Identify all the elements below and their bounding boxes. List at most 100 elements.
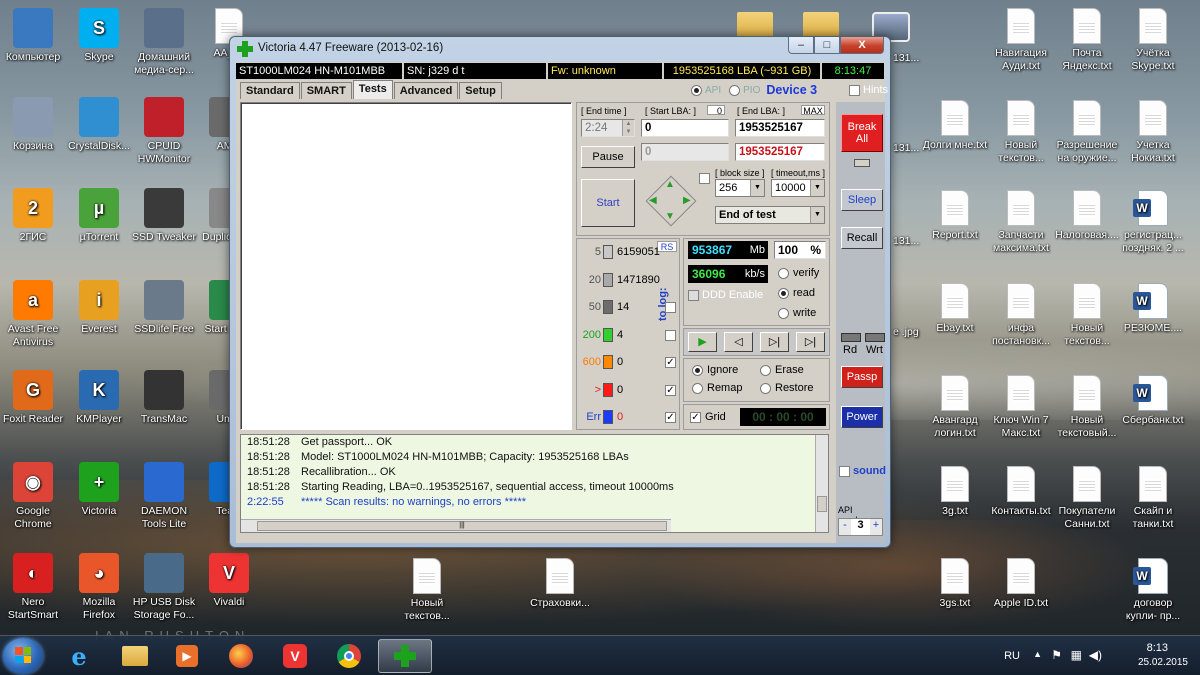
desktop-file-icon[interactable]: Долги мне.txt — [922, 100, 988, 152]
desktop-icon[interactable]: V Vivaldi — [196, 553, 262, 609]
desktop-icon[interactable]: SSD Tweaker — [131, 188, 197, 244]
taskbar-firefox-icon[interactable] — [214, 639, 268, 673]
end-lba-field[interactable]: 1953525167 — [735, 119, 825, 137]
desktop-file-icon[interactable]: Новый текстов... — [988, 100, 1054, 164]
log-checkbox[interactable]: ✓ — [665, 357, 676, 368]
skip-end-icon[interactable]: ▷| — [796, 332, 825, 352]
recall-button[interactable]: Recall — [841, 227, 883, 249]
verify-option[interactable]: verify — [778, 267, 819, 279]
restore-option[interactable]: Restore — [760, 382, 814, 394]
desktop-icon[interactable]: ◕ Mozilla Firefox — [66, 553, 132, 621]
tab-setup[interactable]: Setup — [459, 82, 502, 99]
pio-radio[interactable] — [729, 84, 741, 96]
desktop-file-icon[interactable]: Скайп и танки.txt — [1120, 466, 1186, 530]
tray-clock-time[interactable]: 8:13 — [1147, 642, 1168, 654]
action-center-flag-icon[interactable]: ⚑ — [1051, 648, 1062, 662]
read-radio[interactable] — [778, 287, 789, 299]
desktop-file-icon[interactable]: Налоговая.... — [1054, 190, 1120, 242]
desktop-file-icon[interactable]: Учетка Нокиа.txt — [1120, 100, 1186, 164]
pause-button[interactable]: Pause — [581, 146, 635, 168]
desktop-icon[interactable]: S Skype — [66, 8, 132, 64]
ddd-checkbox[interactable] — [688, 289, 699, 301]
desktop-file-icon[interactable]: Новый текстов... — [1054, 283, 1120, 347]
erase-option[interactable]: Erase — [760, 364, 804, 376]
scroll-thumb[interactable]: ||| — [257, 521, 667, 531]
tab-tests[interactable]: Tests — [352, 80, 393, 99]
desktop-file-icon[interactable]: инфа постановк... — [988, 283, 1054, 347]
desktop-file-icon[interactable]: Контакты.txt — [988, 466, 1054, 518]
desktop-file-icon[interactable]: 3g.txt — [922, 466, 988, 518]
end-lba-max-button[interactable]: MAX — [801, 105, 825, 116]
arrow-right-icon[interactable]: ▶ — [683, 195, 691, 206]
arrow-left-icon[interactable]: ◀ — [649, 195, 657, 206]
desktop-file-icon[interactable]: Сбербанк.txt — [1120, 375, 1186, 427]
desktop-icon[interactable]: ◉ Google Chrome — [0, 462, 66, 530]
desktop-file-icon[interactable]: регистрац... поздняк. 2 ... — [1120, 190, 1186, 254]
desktop-icon[interactable]: SSDlife Free — [131, 280, 197, 336]
timeout-select[interactable]: 10000 ▼ — [771, 179, 825, 197]
desktop-file-icon[interactable]: Покупатели Санни.txt — [1054, 466, 1120, 530]
api-number-stepper[interactable]: - 3 + — [838, 518, 883, 536]
pad-checkbox[interactable] — [699, 173, 710, 184]
remap-radio[interactable] — [692, 382, 703, 394]
desktop-file-icon[interactable]: Report.txt — [922, 190, 988, 242]
desktop-icon[interactable]: K KMPlayer — [66, 370, 132, 426]
taskbar-ie-icon[interactable]: e — [52, 639, 106, 673]
hints-checkbox[interactable] — [849, 84, 860, 96]
sleep-button[interactable]: Sleep — [841, 189, 883, 211]
desktop-file-icon[interactable]: Страховки... — [527, 558, 593, 610]
minus-button[interactable]: - — [839, 519, 851, 535]
vscroll-thumb[interactable] — [817, 496, 827, 512]
language-indicator[interactable]: RU — [1004, 650, 1020, 662]
desktop-file-icon[interactable]: договор купли- пр... — [1120, 558, 1186, 622]
sound-checkbox[interactable] — [839, 465, 850, 477]
desktop-icon[interactable]: TransMac — [131, 370, 197, 426]
start-lba-small[interactable]: 0 — [707, 105, 725, 116]
block-size-select[interactable]: 256 ▼ — [715, 179, 765, 197]
tab-smart[interactable]: SMART — [300, 82, 352, 99]
verify-radio[interactable] — [778, 267, 789, 279]
log-checkbox[interactable] — [665, 302, 676, 313]
tab-standard[interactable]: Standard — [240, 82, 300, 99]
desktop-icon[interactable]: ◐ Nero StartSmart — [0, 553, 66, 621]
network-icon[interactable]: ▦ — [1071, 648, 1082, 662]
desktop-file-icon[interactable]: Новый текстов... — [394, 558, 460, 622]
hints-toggle[interactable]: Hints — [849, 84, 888, 96]
restore-radio[interactable] — [760, 382, 771, 394]
taskbar-explorer-icon[interactable] — [108, 639, 162, 673]
victoria-window[interactable]: Victoria 4.47 Freeware (2013-02-16) – □ … — [229, 36, 891, 548]
arrow-down-icon[interactable]: ▼ — [665, 211, 675, 222]
write-option[interactable]: write — [778, 307, 816, 319]
taskbar-vivaldi-icon[interactable]: V — [268, 639, 322, 673]
desktop-file-icon[interactable]: Apple ID.txt — [988, 558, 1054, 610]
taskbar-victoria-icon[interactable] — [378, 639, 432, 673]
power-button[interactable]: Power — [841, 406, 883, 428]
desktop-icon[interactable]: G Foxit Reader — [0, 370, 66, 426]
play-icon[interactable]: ▶ — [688, 332, 717, 352]
maximize-button[interactable]: □ — [814, 37, 840, 54]
desktop-file-icon[interactable]: РЕЗЮМЕ.... — [1120, 283, 1186, 335]
close-button[interactable]: X — [840, 37, 884, 54]
volume-icon[interactable]: ◀) — [1089, 648, 1102, 662]
read-option[interactable]: read — [778, 287, 815, 299]
erase-radio[interactable] — [760, 364, 771, 376]
passp-button[interactable]: Passp — [841, 366, 883, 388]
tab-advanced[interactable]: Advanced — [393, 82, 459, 99]
log-panel[interactable]: 18:51:28 Get passport... OK 18:51:28 Model:… — [240, 434, 829, 533]
desktop-file-icon[interactable]: Навигация Ауди.txt — [988, 8, 1054, 72]
taskbar-media-player-icon[interactable]: ▶ — [160, 639, 214, 673]
desktop-file-icon[interactable]: 3gs.txt — [922, 558, 988, 610]
desktop-file-icon[interactable]: Запчасти максима.txt — [988, 190, 1054, 254]
start-button[interactable]: Start — [581, 179, 635, 227]
api-radio[interactable] — [691, 84, 702, 96]
arrow-up-icon[interactable]: ▲ — [665, 179, 675, 190]
skip-forward-icon[interactable]: ▷| — [760, 332, 789, 352]
desktop-icon[interactable]: i Everest — [66, 280, 132, 336]
direction-pad[interactable]: ▲ ▼ ◀ ▶ — [643, 173, 699, 229]
grid-toggle[interactable]: ✓ Grid — [690, 411, 726, 423]
desktop-file-icon[interactable]: Почта Яндекс.txt — [1054, 8, 1120, 72]
grid-checkbox[interactable]: ✓ — [690, 411, 701, 423]
desktop-icon[interactable]: Корзина — [0, 97, 66, 153]
log-checkbox[interactable]: ✓ — [665, 412, 676, 423]
desktop-icon[interactable]: CPUID HWMonitor — [131, 97, 197, 165]
